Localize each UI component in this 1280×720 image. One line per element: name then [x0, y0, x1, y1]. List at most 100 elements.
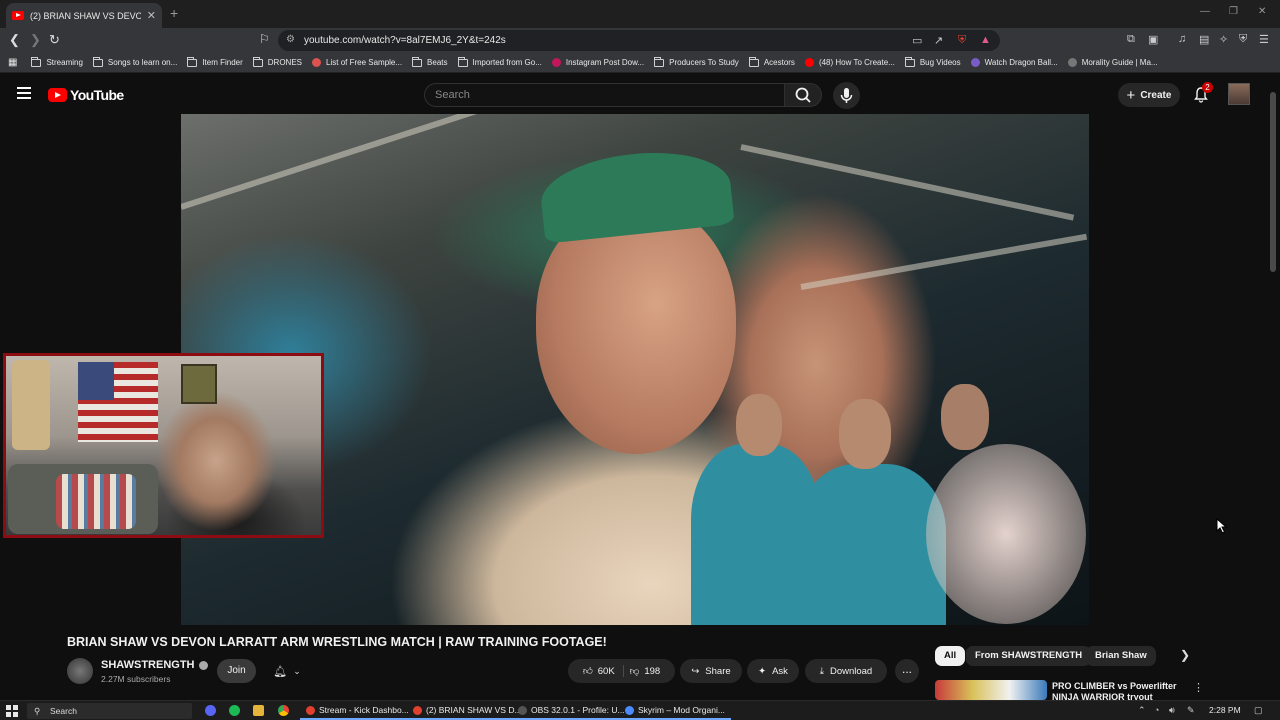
- notification-count-badge: 2: [1202, 82, 1213, 93]
- site-favicon-icon: [312, 58, 322, 67]
- back-icon[interactable]: ❮: [9, 32, 20, 48]
- taskbar-app-button[interactable]: (2) BRIAN SHAW VS D...: [407, 702, 528, 720]
- more-actions-button[interactable]: ...: [895, 659, 919, 683]
- chip-brian-shaw[interactable]: Brian Shaw: [1086, 646, 1156, 666]
- guide-menu-icon[interactable]: [17, 87, 31, 99]
- minimize-icon[interactable]: —: [1200, 6, 1210, 17]
- chip-from-channel[interactable]: From SHAWSTRENGTH: [966, 646, 1092, 666]
- chip-all[interactable]: All: [935, 646, 966, 666]
- create-label: Create: [1140, 89, 1172, 101]
- brave-shields-icon[interactable]: ⛨: [958, 34, 966, 47]
- channel-name-link[interactable]: SHAWSTRENGTH: [101, 659, 208, 671]
- like-button[interactable]: 👍︎ 60K: [583, 665, 624, 677]
- maximize-icon[interactable]: ❐: [1229, 6, 1238, 17]
- bookmark-label: List of Free Sample...: [326, 58, 403, 67]
- subscription-notification-button[interactable]: 🔔︎ ⌄: [263, 659, 311, 683]
- wallet-icon[interactable]: ▤: [1199, 33, 1209, 46]
- bookmark-item[interactable]: Songs to learn on...: [92, 56, 177, 67]
- bookmark-label: Instagram Post Dow...: [565, 58, 645, 67]
- channel-avatar[interactable]: [67, 658, 93, 684]
- ask-button[interactable]: ✦ Ask: [747, 659, 799, 683]
- taskbar-app-button[interactable]: OBS 32.0.1 - Profile: U...: [512, 702, 631, 720]
- like-count: 60K: [597, 665, 615, 677]
- site-favicon-icon: [1067, 58, 1077, 67]
- folder-icon: [187, 56, 198, 67]
- bookmark-item[interactable]: Watch Dragon Ball...: [970, 58, 1058, 67]
- bookmark-icon[interactable]: ⚐: [259, 32, 270, 46]
- recommendation-thumbnail[interactable]: [935, 680, 1047, 700]
- bookmark-item[interactable]: Instagram Post Dow...: [551, 58, 645, 67]
- volume-icon[interactable]: 🔊︎: [1169, 705, 1175, 716]
- download-label: Download: [829, 665, 873, 677]
- bookmark-item[interactable]: (48) How To Create...: [804, 58, 895, 67]
- bookmark-label: Acestors: [763, 58, 795, 67]
- new-tab-button[interactable]: +: [170, 5, 178, 21]
- spotify-icon[interactable]: [229, 705, 240, 716]
- download-button[interactable]: ⤓ Download: [805, 659, 887, 683]
- search-button[interactable]: [784, 83, 822, 107]
- create-button[interactable]: + Create: [1118, 83, 1180, 107]
- share-page-icon[interactable]: ↗: [934, 34, 943, 47]
- site-favicon-icon: [970, 58, 980, 67]
- recommendation-menu-icon[interactable]: ⋮: [1193, 681, 1204, 694]
- video-title: BRIAN SHAW VS DEVON LARRATT ARM WRESTLIN…: [67, 635, 607, 649]
- forward-icon[interactable]: ❯: [30, 32, 41, 48]
- apps-grid-icon[interactable]: ▦: [8, 57, 17, 68]
- share-button[interactable]: ↪ Share: [680, 659, 742, 683]
- media-icon[interactable]: ♫: [1178, 33, 1186, 45]
- discord-icon[interactable]: [205, 705, 216, 716]
- extensions-icon[interactable]: ⧉: [1127, 33, 1135, 46]
- menu-icon[interactable]: ☰: [1259, 33, 1269, 46]
- file-explorer-icon[interactable]: [253, 705, 264, 716]
- taskbar-app-button[interactable]: Stream - Kick Dashbo...: [300, 702, 415, 720]
- ceiling-beam: [181, 114, 525, 210]
- pen-icon[interactable]: ✎: [1187, 705, 1195, 716]
- rewards-icon[interactable]: ▲: [980, 34, 991, 46]
- address-bar[interactable]: ⚙ youtube.com/watch?v=8al7EMJ6_2Y&t=242s…: [278, 30, 1000, 51]
- bookmark-item[interactable]: Morality Guide | Ma...: [1067, 58, 1158, 67]
- youtube-logo[interactable]: YouTube: [48, 87, 124, 103]
- bookmark-item[interactable]: Item Finder: [187, 56, 243, 67]
- tab-title: (2) BRIAN SHAW VS DEVON L: [30, 10, 141, 21]
- folder-icon: [92, 56, 103, 67]
- vpn-icon[interactable]: ⛨: [1239, 33, 1247, 46]
- bookmark-item[interactable]: Imported from Go...: [457, 56, 542, 67]
- tab-close-icon[interactable]: ✕: [147, 9, 156, 22]
- notification-center-icon[interactable]: ▢: [1254, 705, 1263, 716]
- browser-tab-active[interactable]: (2) BRIAN SHAW VS DEVON L ✕: [6, 3, 162, 28]
- bookmark-item[interactable]: List of Free Sample...: [312, 58, 402, 67]
- bookmark-label: Bug Videos: [919, 58, 961, 67]
- ceiling-beam: [800, 233, 1088, 290]
- taskbar-app-button[interactable]: Skyrim – Mod Organi...: [619, 702, 731, 720]
- taskbar-app-label: OBS 32.0.1 - Profile: U...: [531, 705, 625, 715]
- bookmark-item[interactable]: Acestors: [748, 56, 795, 67]
- dislike-button[interactable]: 👎︎ 198: [630, 665, 661, 678]
- network-icon[interactable]: ◔: [1154, 705, 1159, 715]
- chrome-icon[interactable]: [278, 705, 289, 716]
- tray-expand-icon[interactable]: ⌃: [1138, 705, 1146, 716]
- bookmark-item[interactable]: Beats: [412, 56, 448, 67]
- taskbar-search[interactable]: ⚲ Search: [27, 703, 192, 719]
- bookmark-item[interactable]: Bug Videos: [904, 56, 961, 67]
- account-avatar[interactable]: [1228, 83, 1250, 105]
- reload-icon[interactable]: ↻: [49, 32, 60, 48]
- page-scrollbar[interactable]: [1270, 92, 1276, 272]
- voice-search-button[interactable]: [833, 82, 860, 109]
- leo-icon[interactable]: ✧: [1219, 33, 1228, 46]
- chevron-right-icon[interactable]: ❯: [1180, 648, 1190, 662]
- close-window-icon[interactable]: ✕: [1258, 6, 1266, 17]
- site-info-icon[interactable]: ⚙: [286, 34, 295, 45]
- url-text: youtube.com/watch?v=8al7EMJ6_2Y&t=242s: [304, 35, 506, 46]
- bookmark-item[interactable]: Streaming: [31, 56, 83, 67]
- taskbar-app-label: Stream - Kick Dashbo...: [319, 705, 409, 715]
- join-button[interactable]: Join: [217, 659, 256, 683]
- bookmark-item[interactable]: Producers To Study: [654, 56, 739, 67]
- cast-icon[interactable]: ▭: [912, 34, 922, 47]
- mouse-cursor-icon: [1216, 518, 1228, 534]
- bookmark-item[interactable]: DRONES: [252, 56, 302, 67]
- sidebar-icon[interactable]: ▣: [1148, 33, 1158, 46]
- windows-start-icon[interactable]: [6, 705, 18, 717]
- spectator: [796, 464, 946, 625]
- search-input[interactable]: Search: [424, 83, 784, 107]
- bookmark-label: Streaming: [46, 58, 83, 67]
